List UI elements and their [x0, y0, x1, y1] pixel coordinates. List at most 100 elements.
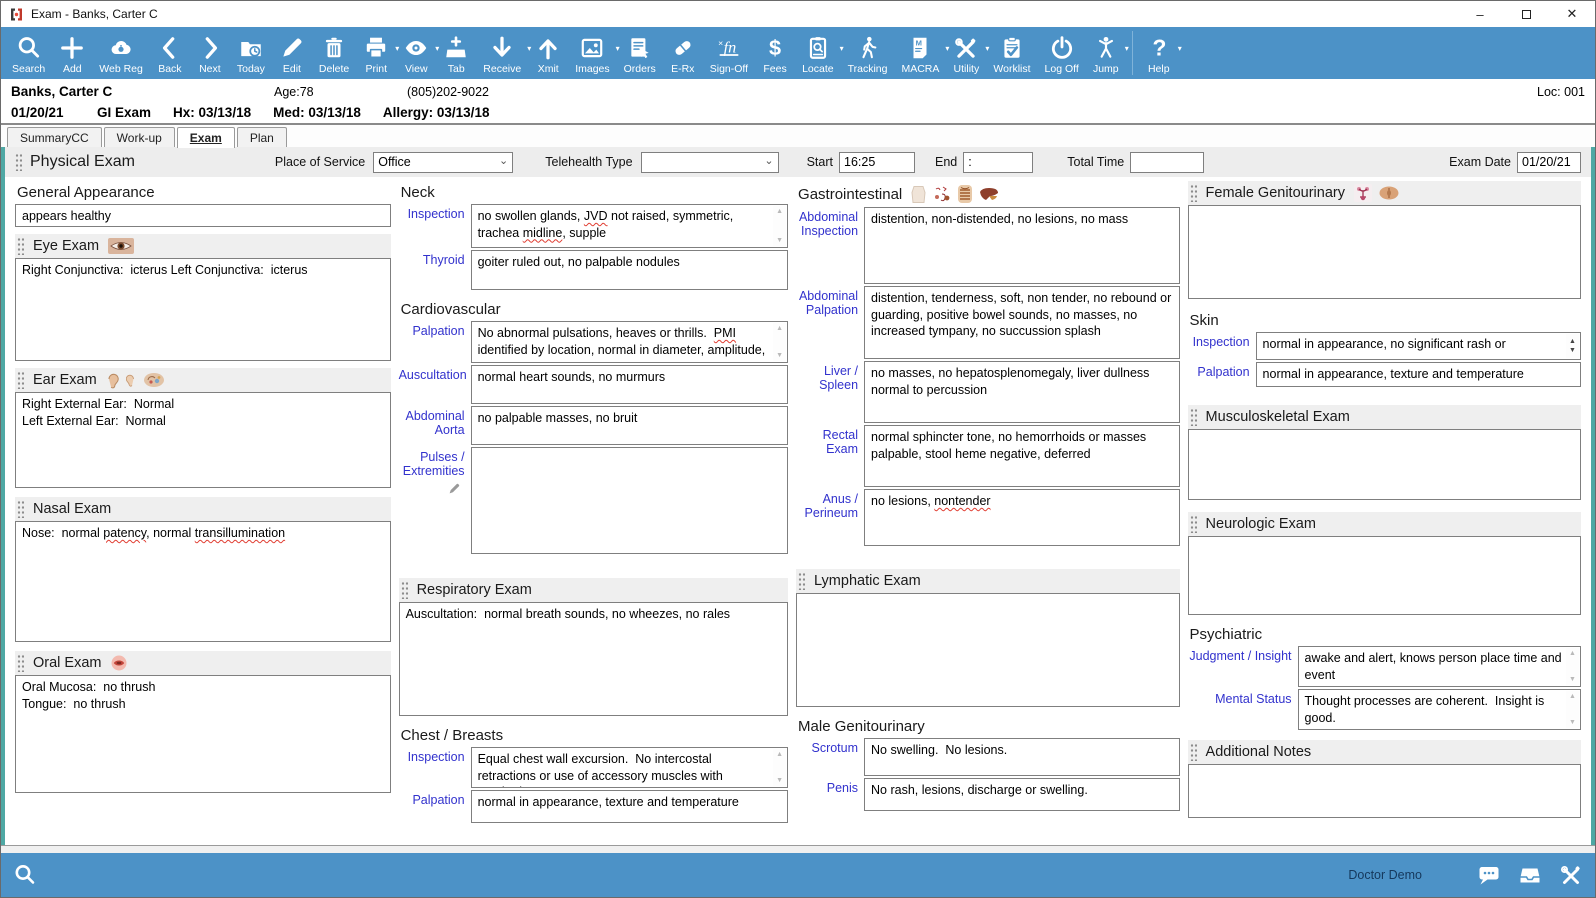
scrollbar[interactable]: ▲▼	[773, 323, 786, 361]
scroll-down-icon[interactable]: ▼	[1569, 676, 1576, 683]
toolbar-edit-button[interactable]: Edit	[272, 27, 312, 79]
skin-inspection-input[interactable]: normal in appearance, no significant ras…	[1256, 332, 1581, 360]
drag-handle-icon[interactable]	[17, 654, 24, 672]
gi-abdominal-inspection-input[interactable]: distention, non-distended, no lesions, n…	[864, 207, 1180, 284]
chest-palpation-input[interactable]: normal in appearance, texture and temper…	[471, 790, 788, 823]
gi-abdominal-palpation-input[interactable]: distention, tenderness, soft, non tender…	[864, 286, 1180, 359]
scroll-up-icon[interactable]: ▲	[776, 751, 783, 758]
close-button[interactable]: ✕	[1549, 1, 1595, 27]
minimize-button[interactable]: –	[1457, 1, 1503, 27]
search-icon[interactable]	[13, 863, 37, 887]
gi-liver-spleen-input[interactable]: no masses, no hepatosplenomegaly, liver …	[864, 361, 1180, 423]
cv-auscultation-input[interactable]: normal heart sounds, no murmurs	[471, 365, 788, 404]
drag-handle-icon[interactable]	[17, 371, 24, 389]
lymphatic-exam-input[interactable]	[796, 593, 1180, 707]
maximize-button[interactable]	[1503, 1, 1549, 27]
tab-exam[interactable]: Exam	[177, 127, 235, 148]
scrollbar[interactable]: ▲▼	[773, 206, 786, 246]
gi-rectal-exam-input[interactable]: normal sphincter tone, no hemorrhoids or…	[864, 425, 1180, 487]
toolbar-view-button[interactable]: View▾	[396, 27, 436, 79]
exam-date-input[interactable]	[1517, 152, 1581, 173]
scrollbar[interactable]: ▲▼	[773, 749, 786, 786]
nasal-exam-input[interactable]: Nose: normal patency, normal transillumi…	[15, 521, 391, 642]
drag-handle-icon[interactable]	[1190, 408, 1197, 426]
toolbar-search-button[interactable]: Search	[5, 27, 52, 79]
chest-inspection-input[interactable]: Equal chest wall excursion. No intercost…	[471, 747, 788, 788]
male-gu-scrotum-input[interactable]: No swelling. No lesions.	[864, 738, 1180, 776]
start-time-input[interactable]	[839, 152, 915, 173]
spin-down-icon[interactable]: ▼	[1569, 347, 1576, 354]
gi-anus-perineum-input[interactable]: no lesions, nontender	[864, 489, 1180, 546]
toolbar-log-off-button[interactable]: Log Off	[1038, 27, 1086, 79]
scroll-up-icon[interactable]: ▲	[1569, 650, 1576, 657]
messages-icon[interactable]	[1477, 863, 1501, 887]
female-genitourinary-input[interactable]	[1188, 205, 1581, 299]
place-of-service-select[interactable]: Office ⌄	[373, 152, 513, 173]
tab-workup[interactable]: Work-up	[104, 127, 175, 147]
drag-handle-icon[interactable]	[17, 500, 24, 518]
toolbar-locate-button[interactable]: Locate▾	[795, 27, 841, 79]
scrollbar[interactable]: ▲▼	[1566, 691, 1579, 728]
tools-icon[interactable]	[1559, 863, 1583, 887]
general-appearance-input[interactable]: appears healthy	[15, 204, 391, 227]
toolbar-web-reg-button[interactable]: Web Reg	[92, 27, 150, 79]
toolbar-back-button[interactable]: Back	[150, 27, 190, 79]
spinner[interactable]: ▲▼	[1566, 334, 1579, 358]
cv-pulses-extremities-input[interactable]	[471, 447, 788, 554]
spin-up-icon[interactable]: ▲	[1569, 338, 1576, 345]
total-time-input[interactable]	[1130, 152, 1204, 173]
toolbar-worklist-button[interactable]: Worklist	[986, 27, 1037, 79]
dropdown-caret-icon[interactable]: ▾	[1125, 44, 1129, 53]
drag-handle-icon[interactable]	[17, 237, 24, 255]
cv-abdominal-aorta-input[interactable]: no palpable masses, no bruit	[471, 406, 788, 445]
toolbar-macra-button[interactable]: MMACRA▾	[894, 27, 946, 79]
skin-palpation-input[interactable]: normal in appearance, texture and temper…	[1256, 362, 1581, 387]
scrollbar[interactable]: ▲▼	[1566, 648, 1579, 685]
toolbar-jump-button[interactable]: Jump▾	[1086, 27, 1126, 79]
drag-handle-icon[interactable]	[1190, 743, 1197, 761]
additional-notes-input[interactable]	[1188, 764, 1581, 818]
toolbar-xmit-button[interactable]: Xmit	[528, 27, 568, 79]
toolbar-add-button[interactable]: Add	[52, 27, 92, 79]
inbox-icon[interactable]	[1517, 863, 1543, 887]
psych-judgment-insight-input[interactable]: awake and alert, knows person place time…	[1298, 646, 1581, 687]
toolbar-tracking-button[interactable]: Tracking	[841, 27, 895, 79]
scroll-down-icon[interactable]: ▼	[776, 352, 783, 359]
toolbar-utility-button[interactable]: Utility▾	[946, 27, 986, 79]
drag-handle-icon[interactable]	[1190, 184, 1197, 202]
toolbar-receive-button[interactable]: Receive▾	[476, 27, 528, 79]
cv-palpation-input[interactable]: No abnormal pulsations, heaves or thrill…	[471, 321, 788, 363]
toolbar-sign-off-button[interactable]: fn×Sign-Off	[703, 27, 755, 79]
scroll-down-icon[interactable]: ▼	[776, 237, 783, 244]
toolbar-e-rx-button[interactable]: E-Rx	[663, 27, 703, 79]
neck-inspection-input[interactable]: no swollen glands, JVD not raised, symme…	[471, 204, 788, 248]
toolbar-help-button[interactable]: ?Help▾	[1139, 27, 1179, 79]
drag-handle-icon[interactable]	[1190, 515, 1197, 533]
psych-mental-status-input[interactable]: Thought processes are coherent. Insight …	[1298, 689, 1581, 730]
scroll-up-icon[interactable]: ▲	[776, 325, 783, 332]
tab-summarycc[interactable]: SummaryCC	[7, 127, 102, 147]
toolbar-today-button[interactable]: Today	[230, 27, 272, 79]
tab-plan[interactable]: Plan	[237, 127, 287, 147]
toolbar-delete-button[interactable]: Delete	[312, 27, 356, 79]
toolbar-images-button[interactable]: Images▾	[568, 27, 616, 79]
toolbar-orders-button[interactable]: Orders	[617, 27, 663, 79]
scroll-up-icon[interactable]: ▲	[1569, 693, 1576, 700]
drag-handle-icon[interactable]	[15, 153, 22, 171]
dropdown-caret-icon[interactable]: ▾	[1178, 44, 1182, 53]
neck-thyroid-input[interactable]: goiter ruled out, no palpable nodules	[471, 250, 788, 290]
telehealth-type-select[interactable]: ⌄	[641, 152, 779, 173]
toolbar-tab-button[interactable]: Tab	[436, 27, 476, 79]
toolbar-print-button[interactable]: Print▾	[356, 27, 396, 79]
scroll-down-icon[interactable]: ▼	[776, 777, 783, 784]
end-time-input[interactable]	[963, 152, 1033, 173]
neurologic-exam-input[interactable]	[1188, 536, 1581, 615]
respiratory-exam-input[interactable]: Auscultation: normal breath sounds, no w…	[399, 602, 788, 716]
oral-exam-input[interactable]: Oral Mucosa: no thrush Tongue: no thrush	[15, 675, 391, 793]
male-gu-penis-input[interactable]: No rash, lesions, discharge or swelling.	[864, 778, 1180, 811]
eye-exam-input[interactable]: Right Conjunctiva: icterus Left Conjunct…	[15, 258, 391, 361]
scroll-down-icon[interactable]: ▼	[1569, 719, 1576, 726]
drag-handle-icon[interactable]	[798, 572, 805, 590]
drag-handle-icon[interactable]	[401, 581, 408, 599]
ear-exam-input[interactable]: Right External Ear: Normal Left External…	[15, 392, 391, 488]
